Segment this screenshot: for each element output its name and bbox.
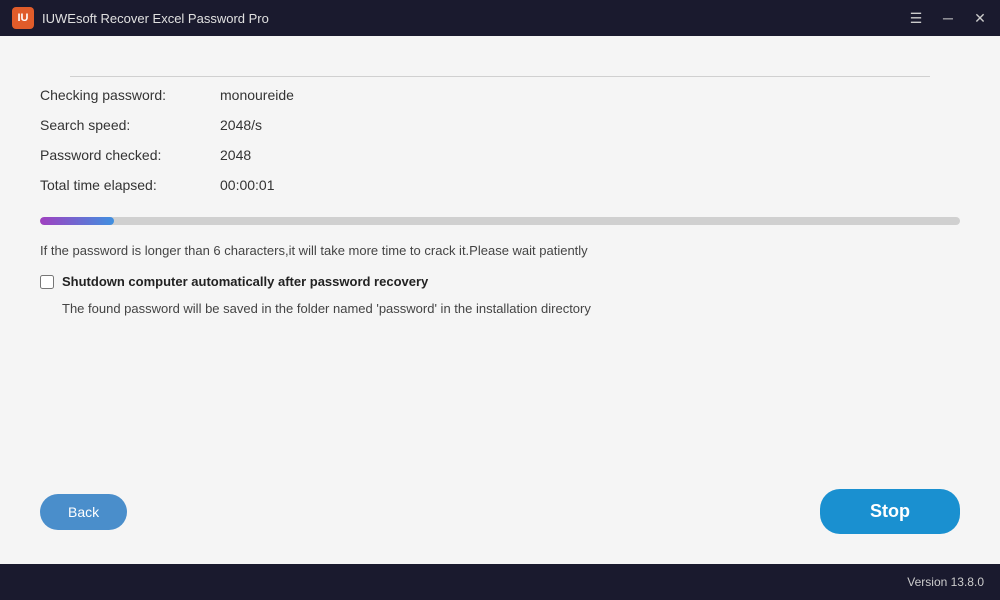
total-time-label: Total time elapsed: xyxy=(40,177,220,193)
progress-bar-container xyxy=(40,217,960,225)
search-speed-row: Search speed: 2048/s xyxy=(40,117,960,133)
search-speed-label: Search speed: xyxy=(40,117,220,133)
titlebar: IU IUWEsoft Recover Excel Password Pro ☰… xyxy=(0,0,1000,36)
total-time-row: Total time elapsed: 00:00:01 xyxy=(40,177,960,193)
shutdown-checkbox-label[interactable]: Shutdown computer automatically after pa… xyxy=(62,274,428,289)
total-time-value: 00:00:01 xyxy=(220,177,275,193)
window-controls: ☰ ─ ✕ xyxy=(908,11,988,25)
main-content: Checking password: monoureide Search spe… xyxy=(0,36,1000,564)
footer: Version 13.8.0 xyxy=(0,564,1000,600)
shutdown-checkbox[interactable] xyxy=(40,275,54,289)
progress-bar-fill xyxy=(40,217,114,225)
stop-button[interactable]: Stop xyxy=(820,489,960,534)
checking-password-label: Checking password: xyxy=(40,87,220,103)
checking-password-row: Checking password: monoureide xyxy=(40,87,960,103)
back-button[interactable]: Back xyxy=(40,494,127,530)
app-logo: IU xyxy=(12,7,34,29)
save-notice: The found password will be saved in the … xyxy=(62,301,960,316)
search-speed-value: 2048/s xyxy=(220,117,262,133)
checking-password-value: monoureide xyxy=(220,87,294,103)
notice-text: If the password is longer than 6 charact… xyxy=(40,243,960,258)
close-button[interactable]: ✕ xyxy=(972,11,988,25)
menu-button[interactable]: ☰ xyxy=(908,11,924,25)
app-title: IUWEsoft Recover Excel Password Pro xyxy=(42,11,908,26)
top-divider xyxy=(70,76,930,77)
password-checked-row: Password checked: 2048 xyxy=(40,147,960,163)
password-checked-label: Password checked: xyxy=(40,147,220,163)
shutdown-checkbox-row: Shutdown computer automatically after pa… xyxy=(40,274,960,289)
version-text: Version 13.8.0 xyxy=(907,575,984,589)
password-checked-value: 2048 xyxy=(220,147,251,163)
minimize-button[interactable]: ─ xyxy=(940,11,956,25)
button-row: Back Stop xyxy=(40,489,960,534)
